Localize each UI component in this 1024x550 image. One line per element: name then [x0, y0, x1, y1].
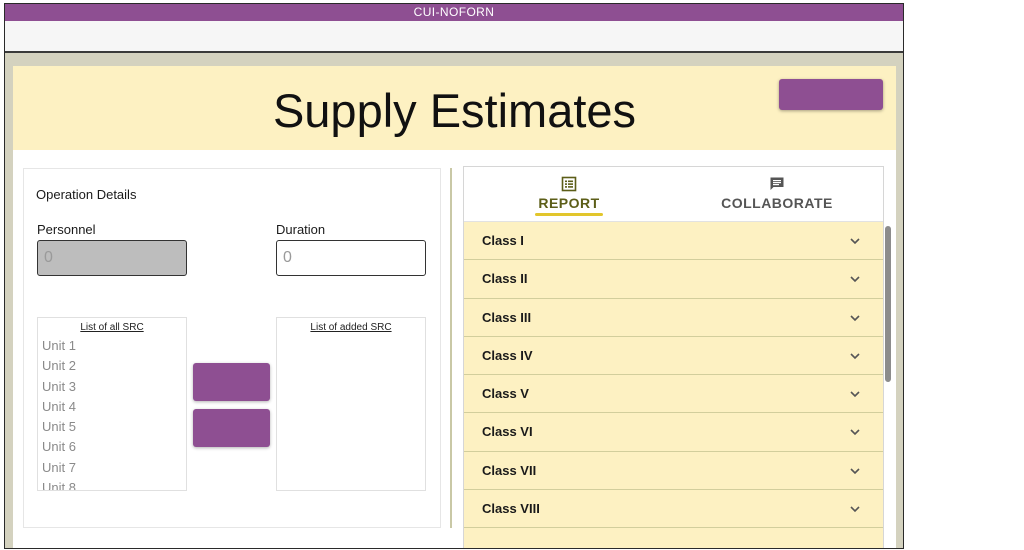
tab-collaborate[interactable]: COLLABORATE — [712, 167, 842, 221]
personnel-label: Personnel — [37, 222, 96, 237]
chat-icon — [770, 177, 784, 190]
chevron-down-icon[interactable] — [849, 426, 861, 438]
class-row[interactable]: Class V — [464, 375, 883, 414]
src-list-item[interactable]: Unit 5 — [38, 417, 186, 437]
class-row-label: Class VI — [482, 424, 533, 440]
class-row[interactable]: Class VI — [464, 413, 883, 452]
tab-report-label: REPORT — [538, 195, 600, 211]
class-row-label: Class VII — [482, 462, 537, 478]
personnel-field[interactable]: 0 — [37, 240, 187, 276]
remove-src-button[interactable] — [193, 409, 270, 447]
chevron-down-icon[interactable] — [849, 235, 861, 247]
class-row[interactable]: Class VIII — [464, 490, 883, 529]
duration-field[interactable]: 0 — [276, 240, 426, 276]
class-row-label: Class V — [482, 386, 529, 402]
src-list-item[interactable]: Unit 2 — [38, 356, 186, 376]
class-row[interactable]: Class IV — [464, 336, 883, 376]
class-row-label: Class I — [482, 233, 524, 248]
duration-label: Duration — [276, 222, 326, 237]
all-src-list-header: List of all SRC — [80, 322, 144, 333]
page-header: Supply Estimates — [13, 66, 896, 150]
src-list-item[interactable]: Unit 8 — [38, 478, 186, 490]
chevron-down-icon[interactable] — [849, 465, 861, 477]
operation-details-panel: Operation Details Personnel Duration 0 0… — [23, 168, 441, 528]
class-accordion: Class I Class II Class III Class IV Clas… — [464, 222, 883, 548]
chevron-down-icon[interactable] — [849, 503, 861, 515]
chevron-down-icon[interactable] — [849, 350, 861, 362]
add-src-button[interactable] — [193, 363, 270, 401]
src-list-item[interactable]: Unit 4 — [38, 397, 186, 417]
classification-banner: CUI-NOFORN — [5, 4, 903, 21]
class-row[interactable]: Class III — [464, 298, 883, 337]
added-src-list-header: List of added SRC — [310, 322, 392, 333]
toolbar — [5, 21, 903, 53]
tab-bar: REPORT COLLABORATE — [464, 167, 883, 222]
class-row-label: Class VIII — [482, 501, 540, 517]
header-action-button[interactable] — [779, 79, 883, 110]
added-src-list[interactable]: List of added SRC — [276, 317, 426, 491]
tab-report[interactable]: REPORT — [519, 167, 619, 221]
all-src-list[interactable]: List of all SRC Unit 1 Unit 2 Unit 3 Uni… — [37, 317, 187, 491]
src-list-item[interactable]: Unit 3 — [38, 377, 186, 397]
app-window: CUI-NOFORN Supply Estimates Operation De… — [4, 3, 904, 549]
src-list-item[interactable]: Unit 6 — [38, 437, 186, 457]
active-tab-indicator — [535, 213, 603, 216]
chevron-down-icon[interactable] — [849, 312, 861, 324]
src-list-item[interactable]: Unit 1 — [38, 336, 186, 356]
class-row[interactable]: Class I — [464, 222, 883, 261]
page-title: Supply Estimates — [272, 84, 637, 137]
class-row-label: Class II — [482, 271, 528, 287]
operation-details-title: Operation Details — [36, 187, 137, 202]
chevron-down-icon[interactable] — [849, 273, 861, 285]
class-row-label: Class III — [482, 309, 532, 325]
class-row[interactable]: Class VII — [464, 451, 883, 491]
src-list-item[interactable]: Unit 7 — [38, 458, 186, 478]
scrollbar[interactable] — [885, 226, 891, 382]
tab-collaborate-label: COLLABORATE — [721, 195, 833, 211]
chevron-down-icon[interactable] — [849, 388, 861, 400]
report-panel: REPORT COLLABORATE Class I Class II Clas… — [463, 166, 884, 548]
report-icon — [561, 176, 577, 192]
main-content: Supply Estimates Operation Details Perso… — [13, 66, 896, 548]
class-row-label: Class IV — [482, 347, 533, 363]
class-row[interactable] — [464, 528, 883, 548]
class-row[interactable]: Class II — [464, 260, 883, 299]
panel-divider — [450, 168, 452, 528]
